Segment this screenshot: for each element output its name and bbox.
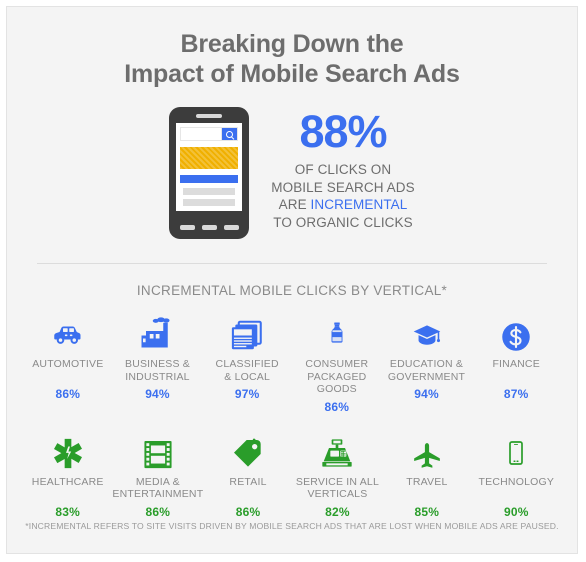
medical-star-icon — [23, 430, 112, 470]
vertical-percentage: 82% — [325, 504, 350, 519]
phone-search-button — [222, 128, 238, 140]
vertical-label: HEALTHCARE — [32, 476, 104, 501]
vertical-grid-row-1: AUTOMOTIVE 86% BUSINESS & INDUSTRIAL 94% CLAS… — [7, 312, 577, 414]
vertical-percentage: 87% — [503, 387, 529, 401]
vertical-label: CONSUMER PACKAGED GOODS — [292, 358, 382, 396]
vertical-label-line-2: & LOCAL — [224, 370, 271, 383]
mobile-phone-illustration — [169, 107, 250, 239]
phone-ad-block — [180, 147, 239, 169]
vertical-label-line-1: SERVICE IN ALL — [295, 475, 380, 488]
stat-description: OF CLICKS ON MOBILE SEARCH ADS ARE INCRE… — [271, 161, 415, 231]
vertical-percentage: 94% — [414, 387, 439, 401]
phone-speaker — [196, 114, 223, 118]
vertical-label-line-1: MEDIA & — [135, 475, 180, 488]
vertical-label-line-2: PACKAGED GOODS — [307, 370, 367, 396]
graduation-cap-icon — [382, 312, 472, 352]
newspaper-icon — [202, 312, 292, 352]
vertical-label-line-1: CLASSIFIED — [215, 358, 279, 370]
phone-nav-buttons — [169, 225, 249, 230]
vertical-label: AUTOMOTIVE — [32, 358, 103, 383]
vertical-cell: RETAIL 86% — [203, 430, 292, 519]
vertical-cell: MEDIA & ENTERTAINMENT 86% — [112, 430, 203, 519]
bottle-icon — [292, 312, 382, 352]
phone-result-line — [183, 199, 236, 206]
headline-stat: 88% OF CLICKS ON MOBILE SEARCH ADS ARE I… — [271, 107, 415, 231]
vertical-cell: SERVICE IN ALL VERTICALS 82% — [293, 430, 382, 519]
vertical-label-line-1: HEALTHCARE — [31, 475, 104, 488]
vertical-label-line-1: AUTOMOTIVE — [32, 358, 104, 370]
phone-nav-button — [201, 225, 217, 230]
vertical-label-line-1: EDUCATION & — [389, 358, 464, 370]
vertical-label-line-2: INDUSTRIAL — [125, 370, 190, 383]
magnifier-icon — [226, 131, 234, 138]
vertical-label-line-1: TECHNOLOGY — [478, 475, 555, 488]
stat-line-3: ARE INCREMENTAL — [271, 196, 415, 214]
price-tag-icon — [203, 430, 292, 470]
vertical-label-line-1: FINANCE — [492, 358, 540, 370]
airplane-icon — [382, 430, 471, 470]
phone-search-field — [181, 128, 222, 140]
vertical-label: CLASSIFIED & LOCAL — [216, 358, 279, 383]
cash-register-icon — [293, 430, 382, 470]
factory-icon — [113, 312, 203, 352]
vertical-label-line-1: CONSUMER — [305, 358, 369, 370]
vertical-percentage: 86% — [324, 399, 350, 414]
vertical-percentage: 83% — [55, 504, 81, 519]
vertical-label: BUSINESS & INDUSTRIAL — [125, 358, 190, 383]
phone-nav-button — [179, 225, 195, 230]
vertical-percentage: 86% — [55, 387, 81, 401]
vertical-label-line-2: VERTICALS — [307, 488, 368, 500]
vertical-label-line-2: GOVERNMENT — [387, 370, 466, 383]
vertical-label: TECHNOLOGY — [479, 476, 555, 501]
vertical-label: MEDIA & ENTERTAINMENT — [112, 476, 203, 501]
vertical-label: FINANCE — [492, 358, 540, 383]
vertical-percentage: 85% — [414, 504, 440, 519]
vertical-label-line-1: TRAVEL — [406, 475, 448, 488]
vertical-percentage: 90% — [503, 504, 529, 519]
vertical-label: TRAVEL — [406, 476, 447, 501]
vertical-cell: BUSINESS & INDUSTRIAL 94% — [113, 312, 203, 414]
infographic-card: Breaking Down the Impact of Mobile Searc… — [6, 6, 578, 554]
section-heading: INCREMENTAL MOBILE CLICKS BY VERTICAL* — [136, 283, 448, 298]
vertical-cell: EDUCATION & GOVERNMENT 94% — [382, 312, 472, 414]
stat-line-2: MOBILE SEARCH ADS — [271, 179, 415, 195]
vertical-percentage: 97% — [234, 387, 260, 401]
vertical-cell: TECHNOLOGY 90% — [472, 430, 561, 519]
vertical-label-line-2: ENTERTAINMENT — [112, 488, 204, 500]
phone-result-headline — [180, 175, 239, 183]
vertical-label: RETAIL — [229, 476, 266, 501]
vertical-label: SERVICE IN ALL VERTICALS — [296, 476, 379, 501]
phone-result-line — [183, 188, 236, 195]
phone-nav-button — [223, 225, 239, 230]
vertical-grid-row-2: HEALTHCARE 83% MEDIA & ENTERTAINMENT 86% RETA… — [7, 430, 577, 519]
vertical-cell: AUTOMOTIVE 86% — [23, 312, 113, 414]
phone-search-bar — [180, 127, 239, 141]
big-percentage: 88% — [299, 106, 387, 157]
car-icon — [23, 312, 113, 352]
stat-line-3-prefix: ARE — [278, 197, 311, 212]
smartphone-icon — [472, 430, 561, 470]
vertical-percentage: 94% — [145, 387, 170, 401]
page-title: Breaking Down the Impact of Mobile Searc… — [7, 7, 577, 89]
stat-highlight-incremental: INCREMENTAL — [310, 197, 408, 212]
vertical-cell: CONSUMER PACKAGED GOODS 86% — [292, 312, 382, 414]
hero-section: 88% OF CLICKS ON MOBILE SEARCH ADS ARE I… — [7, 107, 577, 239]
stat-line-4: TO ORGANIC CLICKS — [273, 214, 413, 230]
vertical-percentage: 86% — [145, 504, 171, 519]
vertical-label-line-1: RETAIL — [229, 475, 267, 488]
vertical-label-line-1: BUSINESS & — [124, 358, 191, 370]
footnote: *INCREMENTAL REFERS TO SITE VISITS DRIVE… — [25, 521, 559, 531]
vertical-cell: FINANCE 87% — [471, 312, 561, 414]
phone-screen — [176, 123, 243, 211]
vertical-cell: HEALTHCARE 83% — [23, 430, 112, 519]
title-line-1: Breaking Down the — [180, 30, 404, 58]
vertical-percentage: 86% — [235, 504, 261, 519]
vertical-cell: TRAVEL 85% — [382, 430, 471, 519]
stat-line-1: OF CLICKS ON — [294, 162, 392, 177]
film-strip-icon — [112, 430, 203, 470]
title-line-2: Impact of Mobile Search Ads — [124, 60, 460, 88]
vertical-cell: CLASSIFIED & LOCAL 97% — [202, 312, 292, 414]
vertical-label: EDUCATION & GOVERNMENT — [388, 358, 465, 383]
dollar-coin-icon — [471, 312, 561, 352]
